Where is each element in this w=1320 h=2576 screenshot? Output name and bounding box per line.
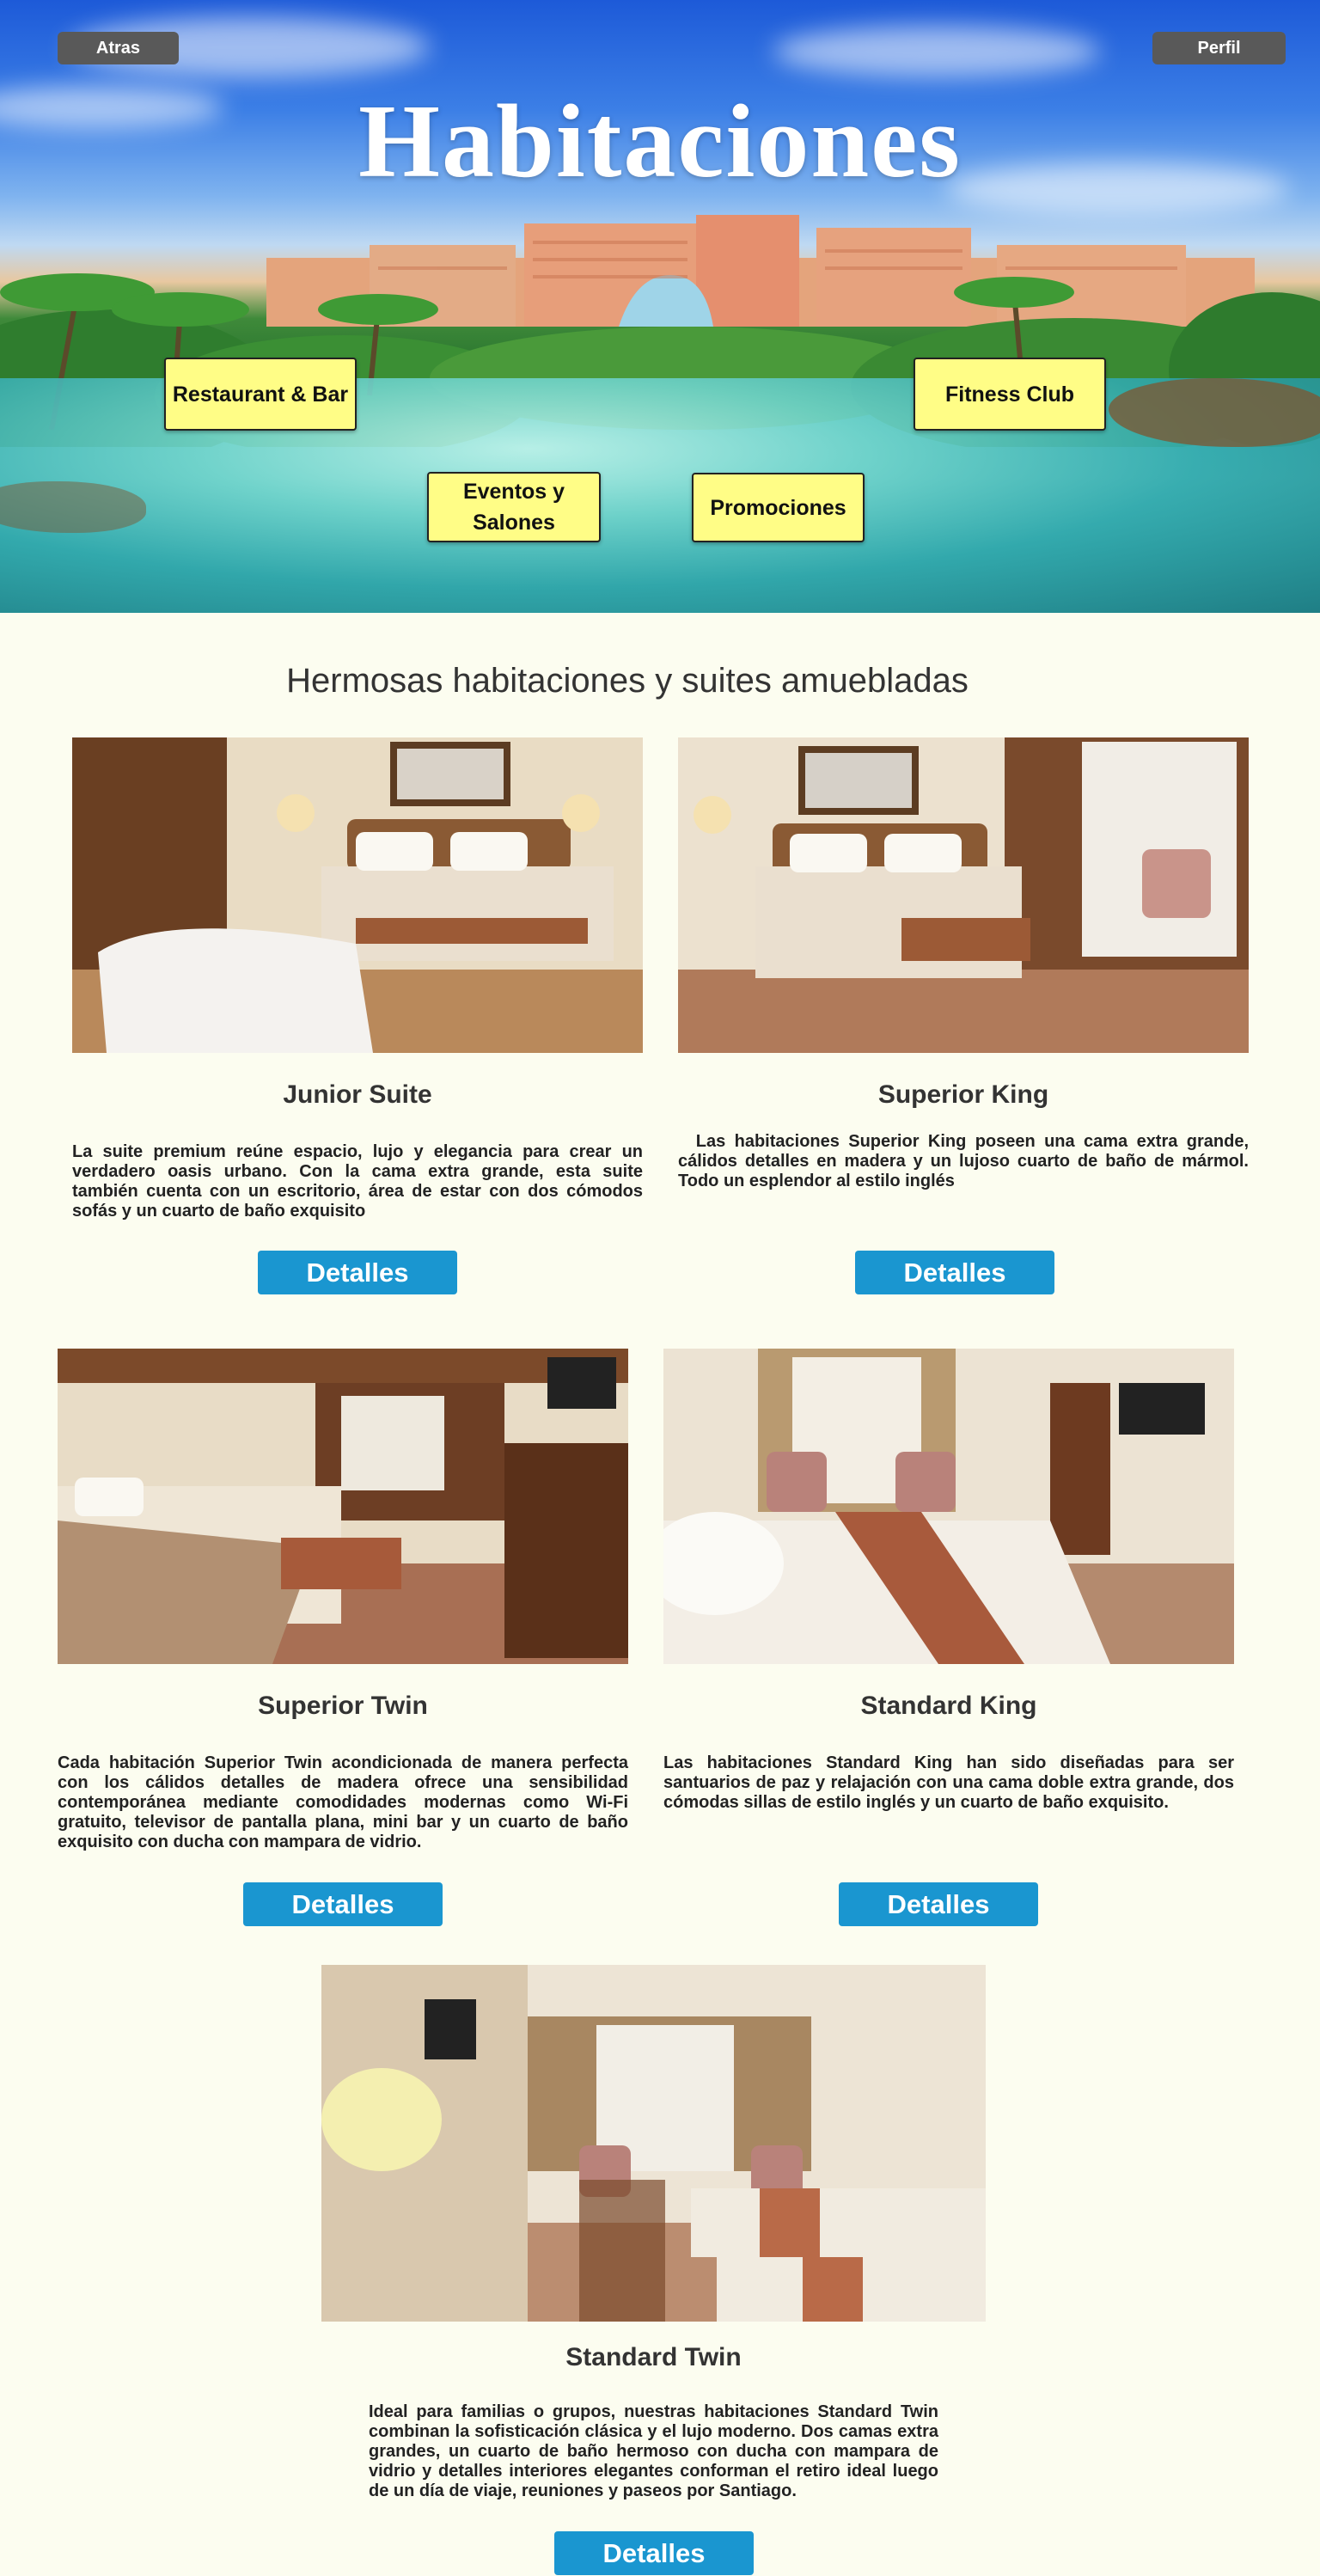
- room-name: Superior Twin: [258, 1692, 428, 1720]
- nav-promociones[interactable]: Promociones: [692, 473, 865, 542]
- room-description: Las habitaciones Standard King han sido …: [663, 1753, 1234, 1812]
- room-name: Superior King: [877, 1080, 1049, 1109]
- room-name: Junior Suite: [283, 1080, 432, 1109]
- room-photo-superior-king: [678, 737, 1249, 1053]
- rocks: [0, 481, 146, 533]
- room-description: Cada habitación Superior Twin acondicion…: [58, 1753, 628, 1851]
- details-button-standard-king[interactable]: Detalles: [839, 1882, 1038, 1926]
- cloud: [773, 26, 1100, 77]
- page-title: Habitaciones: [358, 83, 962, 199]
- room-photo-standard-twin: [321, 1965, 986, 2322]
- section-title: Hermosas habitaciones y suites amueblada…: [286, 662, 969, 700]
- room-description: Ideal para familias o grupos, nuestras h…: [369, 2402, 938, 2500]
- room-name: Standard King: [860, 1692, 1037, 1720]
- nav-restaurant-bar[interactable]: Restaurant & Bar: [164, 358, 357, 431]
- details-button-standard-twin[interactable]: Detalles: [554, 2531, 754, 2575]
- details-button-superior-king[interactable]: Detalles: [855, 1251, 1054, 1294]
- details-button-junior-suite[interactable]: Detalles: [258, 1251, 457, 1294]
- room-description: La suite premium reúne espacio, lujo y e…: [72, 1142, 643, 1221]
- nav-eventos-salones[interactable]: Eventos y Salones: [427, 472, 601, 542]
- room-name: Standard Twin: [565, 2343, 742, 2371]
- back-button[interactable]: Atras: [58, 32, 179, 64]
- nav-fitness-club[interactable]: Fitness Club: [914, 358, 1106, 431]
- room-description: Las habitaciones Superior King poseen un…: [678, 1132, 1249, 1190]
- room-photo-superior-twin: [58, 1349, 628, 1664]
- room-photo-junior-suite: [72, 737, 643, 1053]
- profile-button[interactable]: Perfil: [1152, 32, 1286, 64]
- hero-banner: Atras Perfil Habitaciones Restaurant & B…: [0, 0, 1320, 613]
- details-button-superior-twin[interactable]: Detalles: [243, 1882, 443, 1926]
- room-photo-standard-king: [663, 1349, 1234, 1664]
